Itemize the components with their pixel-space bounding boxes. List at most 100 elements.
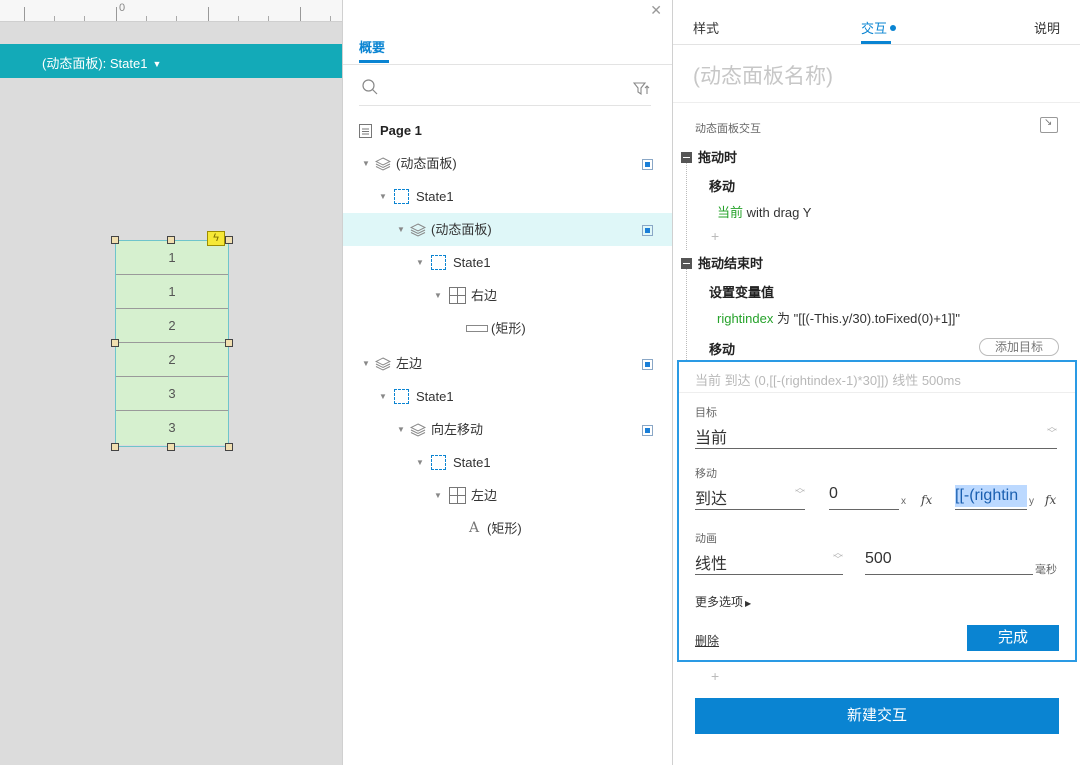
resize-handle[interactable] [111, 443, 119, 451]
expand-arrow-icon[interactable]: ▼ [397, 213, 405, 246]
panel-row[interactable]: 3 [116, 377, 228, 411]
tree-item-label: 左边 [471, 488, 498, 503]
expand-arrow-icon[interactable]: ▼ [379, 180, 387, 213]
tree-item-repeater[interactable]: ▼ 右边 [343, 279, 673, 312]
resize-handle[interactable] [225, 443, 233, 451]
tab-outline[interactable]: 概要 [359, 37, 385, 56]
expand-arrow-icon[interactable]: ▼ [416, 246, 424, 279]
tree-item-state[interactable]: ▼ State1 [343, 180, 673, 213]
resize-handle[interactable] [111, 236, 119, 244]
dynamic-panel-widget[interactable]: 1 1 2 2 3 3 [115, 240, 229, 447]
rectangle-icon [466, 325, 488, 332]
section-title: 动态面板交互 [695, 123, 761, 135]
tree-item-page[interactable]: Page 1 [343, 114, 673, 147]
tree-item-dynamic-panel[interactable]: ▼ 左边 [343, 347, 673, 380]
panel-row[interactable]: 2 [116, 343, 228, 377]
action-summary: 当前 到达 (0,[[-(rightindex-1)*30]]) 线性 500m… [695, 373, 961, 388]
duration-input[interactable]: 500 [865, 550, 892, 568]
state-selector-label: (动态面板): State1 [42, 56, 148, 71]
event-drag[interactable]: 拖动时 [681, 147, 737, 166]
ruler-tick [208, 7, 209, 21]
resize-handle[interactable] [167, 236, 175, 244]
panel-row[interactable]: 2 [116, 309, 228, 343]
resize-handle[interactable] [225, 236, 233, 244]
resize-handle[interactable] [225, 339, 233, 347]
tree-item-state[interactable]: ▼ State1 [343, 380, 673, 413]
more-options-toggle[interactable]: 更多选项 ▶ [695, 593, 751, 610]
visibility-toggle-icon[interactable] [642, 359, 653, 370]
tree-item-state[interactable]: ▼ State1 [343, 446, 673, 479]
resize-handle[interactable] [111, 339, 119, 347]
design-canvas[interactable]: 0 (动态面板): State1 ▼ 1 1 2 2 3 3 ϟ [0, 0, 342, 765]
panel-row[interactable]: 1 [116, 241, 228, 275]
add-action-icon[interactable]: + [711, 668, 719, 684]
action-move[interactable]: 移动 [709, 176, 735, 195]
add-action-icon[interactable]: + [711, 228, 719, 244]
state-icon [394, 389, 409, 404]
event-drag-end[interactable]: 拖动结束时 [681, 253, 763, 272]
expand-arrow-icon[interactable]: ▼ [362, 347, 370, 380]
search-icon[interactable] [361, 78, 379, 96]
layers-icon [410, 423, 426, 437]
animation-label: 动画 [695, 533, 717, 545]
collapse-square-icon[interactable] [681, 152, 692, 163]
select-spinner-icon[interactable]: ︿ ﹀ [833, 549, 843, 566]
expand-arrow-icon[interactable]: ▼ [362, 147, 370, 180]
visibility-toggle-icon[interactable] [642, 225, 653, 236]
field-underline [695, 574, 843, 575]
field-underline [695, 448, 1057, 449]
tree-item-repeater[interactable]: ▼ 左边 [343, 479, 673, 512]
tree-item-state[interactable]: ▼ State1 [343, 246, 673, 279]
filter-icon[interactable] [633, 81, 651, 97]
target-select[interactable]: 当前 [695, 424, 727, 448]
select-spinner-icon[interactable]: ︿ ﹀ [795, 484, 805, 501]
visibility-toggle-icon[interactable] [642, 425, 653, 436]
outline-search-bar[interactable] [359, 76, 651, 106]
easing-select[interactable]: 线性 [695, 550, 727, 574]
action-move[interactable]: 移动 [709, 339, 735, 358]
fx-icon[interactable]: fx [921, 493, 932, 507]
expand-arrow-icon[interactable]: ▼ [434, 279, 442, 312]
tree-item-dynamic-panel[interactable]: ▼ 向左移动 [343, 413, 673, 446]
inspector-panel: 样式 交互 说明 (动态面板名称) 动态面板交互 拖动时 移动 当前 with … [672, 0, 1080, 765]
tab-interaction[interactable]: 交互 [861, 18, 897, 37]
collapse-panel-icon[interactable] [1040, 117, 1058, 133]
add-target-button[interactable]: 添加目标 [979, 338, 1059, 356]
resize-handle[interactable] [167, 443, 175, 451]
variable-assignment[interactable]: rightindex 为 "[[(-This.y/30).toFixed(0)+… [717, 308, 960, 327]
tree-item-dynamic-panel-selected[interactable]: ▼ (动态面板) [343, 213, 673, 246]
panel-row[interactable]: 1 [116, 275, 228, 309]
outline-panel: ✕ 概要 Page 1 ▼ (动态面板) ▼ State1 ▼ (动态面板) ▼… [342, 0, 673, 765]
fx-icon[interactable]: fx [1045, 493, 1056, 507]
expand-arrow-icon[interactable]: ▼ [397, 413, 405, 446]
lightning-icon[interactable]: ϟ [207, 231, 225, 246]
done-button[interactable]: 完成 [967, 625, 1059, 651]
layers-icon [375, 357, 391, 371]
tab-style[interactable]: 样式 [693, 18, 719, 37]
tab-notes[interactable]: 说明 [1034, 18, 1060, 37]
action-set-variable[interactable]: 设置变量值 [709, 282, 774, 301]
delete-link[interactable]: 删除 [695, 632, 719, 649]
tree-item-dynamic-panel[interactable]: ▼ (动态面板) [343, 147, 673, 180]
ruler-tick [330, 16, 331, 21]
tree-connector [686, 160, 687, 250]
expand-arrow-icon[interactable]: ▼ [416, 446, 424, 479]
tree-item-rectangle[interactable]: (矩形) [343, 312, 673, 345]
tab-interaction-label: 交互 [861, 21, 888, 36]
widget-name-field[interactable]: (动态面板名称) [693, 60, 833, 90]
variable-expression: 为 "[[(-This.y/30).toFixed(0)+1]]" [773, 311, 960, 326]
tree-item-text[interactable]: A (矩形) [343, 512, 673, 545]
collapse-square-icon[interactable] [681, 258, 692, 269]
action-target[interactable]: 当前 with drag Y [717, 202, 811, 221]
y-input[interactable]: [[-(rightin [955, 485, 1027, 507]
visibility-toggle-icon[interactable] [642, 159, 653, 170]
expand-arrow-icon[interactable]: ▼ [434, 479, 442, 512]
select-spinner-icon[interactable]: ︿ ﹀ [1047, 423, 1057, 440]
new-interaction-button[interactable]: 新建交互 [695, 698, 1059, 734]
close-icon[interactable]: ✕ [650, 2, 662, 19]
x-input[interactable]: 0 [829, 485, 838, 503]
expand-arrow-icon[interactable]: ▼ [379, 380, 387, 413]
panel-row[interactable]: 3 [116, 411, 228, 445]
move-type-select[interactable]: 到达 [695, 485, 727, 509]
state-selector[interactable]: (动态面板): State1 ▼ [0, 44, 342, 78]
